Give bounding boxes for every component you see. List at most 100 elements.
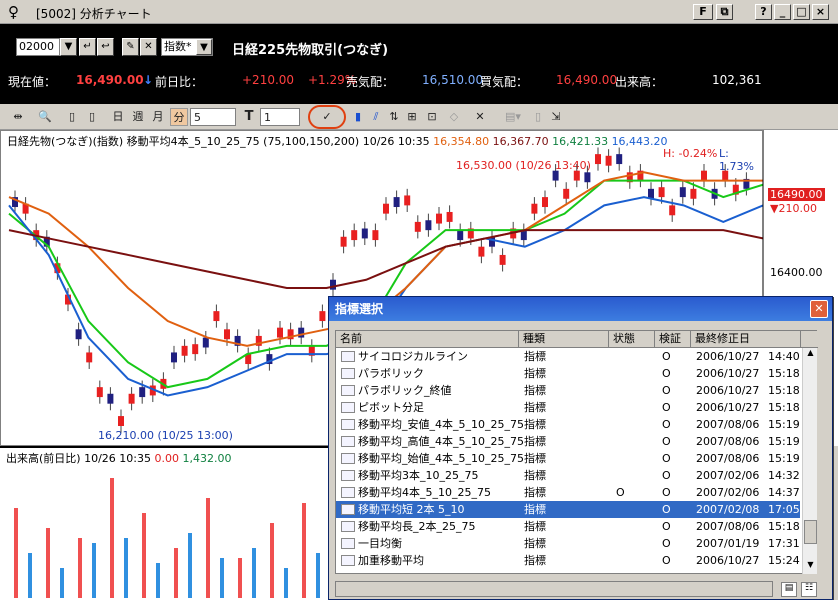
indicator-kind: 指標 bbox=[524, 452, 546, 465]
list-item[interactable]: 移動平均3本_10_25_75 指標 O 2007/02/06 14:32 bbox=[336, 467, 800, 484]
candle-body bbox=[383, 203, 389, 214]
export-icon[interactable]: ⇲ bbox=[548, 108, 564, 126]
indicator-kind: 指標 bbox=[524, 367, 546, 380]
volume-label: 出来高： bbox=[615, 75, 664, 89]
interval-select[interactable]: 5 bbox=[190, 108, 236, 126]
detail-view-icon[interactable]: ☷ bbox=[801, 582, 817, 597]
volume-plot bbox=[14, 478, 320, 598]
page-icon[interactable]: ▯ bbox=[64, 108, 80, 126]
text-tool-button[interactable]: T bbox=[242, 108, 256, 126]
edit-icon[interactable]: ✎ bbox=[122, 38, 139, 56]
month-button[interactable]: 月 bbox=[150, 108, 166, 126]
indicator-time: 17:31 bbox=[768, 537, 800, 550]
col-kind[interactable]: 種類 bbox=[519, 331, 609, 348]
grid-icon[interactable]: ⊞ bbox=[404, 108, 420, 126]
indicator-verify: O bbox=[662, 520, 671, 533]
indicator-icon bbox=[341, 555, 355, 566]
indicator-kind: 指標 bbox=[524, 418, 546, 431]
list-item[interactable]: 加重移動平均 指標 O 2006/10/27 15:24 bbox=[336, 552, 800, 569]
close-button[interactable]: × bbox=[812, 4, 829, 20]
change-arrow-icon: ▼210.00 bbox=[770, 202, 817, 215]
list-item[interactable]: パラボリック 指標 O 2006/10/27 15:18 bbox=[336, 365, 800, 382]
candle-body bbox=[372, 230, 379, 241]
list-item[interactable]: 移動平均_始値_4本_5_10_25_75 指標 O 2007/08/06 15:19 bbox=[336, 450, 800, 467]
indicator-list[interactable]: 名前 種類 状態 検証 最終修正日 サイコロジカルライン 指標 O 2006/10/2… bbox=[335, 330, 818, 574]
maximize-button[interactable]: □ bbox=[793, 4, 810, 20]
col-state[interactable]: 状態 bbox=[609, 331, 655, 348]
pan-icon[interactable]: ⇹ bbox=[10, 108, 26, 126]
indicator-kind: 指標 bbox=[524, 503, 546, 516]
list-item[interactable]: ピボット分足 指標 O 2006/10/27 15:18 bbox=[336, 399, 800, 416]
trend-icon[interactable]: ⫽ bbox=[368, 108, 384, 126]
candle-body bbox=[414, 221, 421, 232]
volume-bar bbox=[46, 528, 50, 598]
line-width-select[interactable]: 1 bbox=[260, 108, 300, 126]
f-button[interactable]: F bbox=[693, 4, 713, 20]
indicator-icon bbox=[341, 504, 355, 515]
symbol-code-input[interactable]: 02000 bbox=[16, 38, 60, 56]
list-item[interactable]: 移動平均短 2本 5_10 指標 O 2007/02/08 17:05 bbox=[336, 501, 800, 518]
copy-icon[interactable]: ⧉ bbox=[716, 4, 733, 20]
minimize-button[interactable]: _ bbox=[774, 4, 791, 20]
minute-button[interactable]: 分 bbox=[170, 108, 188, 126]
candle-body bbox=[499, 254, 506, 265]
indicator-time: 15:18 bbox=[768, 520, 800, 533]
candle-body bbox=[96, 387, 103, 398]
volume-panel[interactable]: 出来高(前日比) 10/26 10:35 0.00 1,432.00 bbox=[0, 446, 334, 600]
enter-icon[interactable]: ↵ bbox=[79, 38, 96, 56]
candle-body bbox=[679, 187, 686, 198]
tools-icon[interactable]: ✕ bbox=[140, 38, 157, 56]
list-view-icon[interactable]: ▤ bbox=[781, 582, 797, 597]
col-verify[interactable]: 検証 bbox=[655, 331, 691, 348]
help-button[interactable]: ? bbox=[755, 4, 772, 20]
list-item[interactable]: 移動平均長_2本_25_75 指標 O 2007/08/06 15:18 bbox=[336, 518, 800, 535]
list-item[interactable]: サイコロジカルライン 指標 O 2006/10/27 14:40 bbox=[336, 348, 800, 365]
indicator-icon[interactable]: ✓ bbox=[308, 105, 346, 129]
indicator-verify: O bbox=[662, 367, 671, 380]
list-item[interactable]: 移動平均4本_5_10_25_75 指標 O O 2007/02/06 14:37 bbox=[336, 484, 800, 501]
indicator-verify: O bbox=[662, 418, 671, 431]
code-dropdown-button[interactable]: ▼ bbox=[60, 38, 77, 56]
list-item[interactable]: 一目均衡 指標 O 2007/01/19 17:31 bbox=[336, 535, 800, 552]
page2-icon[interactable]: ▯ bbox=[84, 108, 100, 126]
col-date[interactable]: 最終修正日 bbox=[691, 331, 801, 348]
sort-icon[interactable]: ⇅ bbox=[386, 108, 402, 126]
indicator-icon bbox=[341, 368, 355, 379]
candle-body bbox=[351, 230, 358, 241]
day-button[interactable]: 日 bbox=[110, 108, 126, 126]
indicator-date: 2006/10/27 bbox=[696, 367, 760, 380]
list-item[interactable]: 移動平均_安値_4本_5_10_25_75 指標 O 2007/08/06 15:19 bbox=[336, 416, 800, 433]
indicator-name: 移動平均_高値_4本_5_10_25_75 bbox=[358, 435, 524, 448]
candle-body bbox=[192, 344, 199, 355]
volume-bar bbox=[302, 503, 306, 598]
indicator-kind: 指標 bbox=[524, 520, 546, 533]
chevron-down-icon[interactable]: ▼ bbox=[196, 39, 212, 55]
scroll-down-icon[interactable]: ▼ bbox=[804, 560, 817, 573]
indicator-date: 2006/10/27 bbox=[696, 350, 760, 363]
back-icon[interactable]: ↩ bbox=[97, 38, 114, 56]
indicator-kind: 指標 bbox=[524, 435, 546, 448]
volume-bar bbox=[124, 538, 128, 598]
delete-icon[interactable]: ✕ bbox=[472, 108, 488, 126]
volume-bar bbox=[252, 548, 256, 598]
indicator-icon bbox=[341, 351, 355, 362]
volume-bar bbox=[270, 523, 274, 598]
scroll-up-icon[interactable]: ▲ bbox=[804, 348, 817, 361]
list-scrollbar[interactable]: ▲ ▼ bbox=[802, 348, 817, 574]
list-item[interactable]: 移動平均_高値_4本_5_10_25_75 指標 O 2007/08/06 15:19 bbox=[336, 433, 800, 450]
bar-chart-icon[interactable]: ▮ bbox=[350, 108, 366, 126]
candle-body bbox=[669, 205, 676, 216]
grid-settings-icon[interactable]: ⊡ bbox=[424, 108, 440, 126]
candle-body bbox=[478, 246, 485, 257]
scroll-thumb[interactable] bbox=[804, 520, 817, 544]
dialog-close-button[interactable]: ✕ bbox=[810, 300, 828, 318]
col-name[interactable]: 名前 bbox=[336, 331, 519, 348]
price-tick: 16400.00 bbox=[770, 266, 823, 279]
week-button[interactable]: 週 bbox=[130, 108, 146, 126]
volume-bar bbox=[110, 478, 114, 598]
indicator-date: 2007/01/19 bbox=[696, 537, 760, 550]
chart-toolbar: ⇹ 🔍 ▯ ▯ 日 週 月 分 5 T 1 ✓ ▮ ⫽ ⇅ ⊞ ⊡ ◇ ✕ ▤▾… bbox=[0, 104, 838, 130]
current-value: 16,490.00 bbox=[76, 73, 144, 87]
list-item[interactable]: パラボリック_終値 指標 O 2006/10/27 15:18 bbox=[336, 382, 800, 399]
zoom-icon[interactable]: 🔍 bbox=[36, 108, 54, 126]
